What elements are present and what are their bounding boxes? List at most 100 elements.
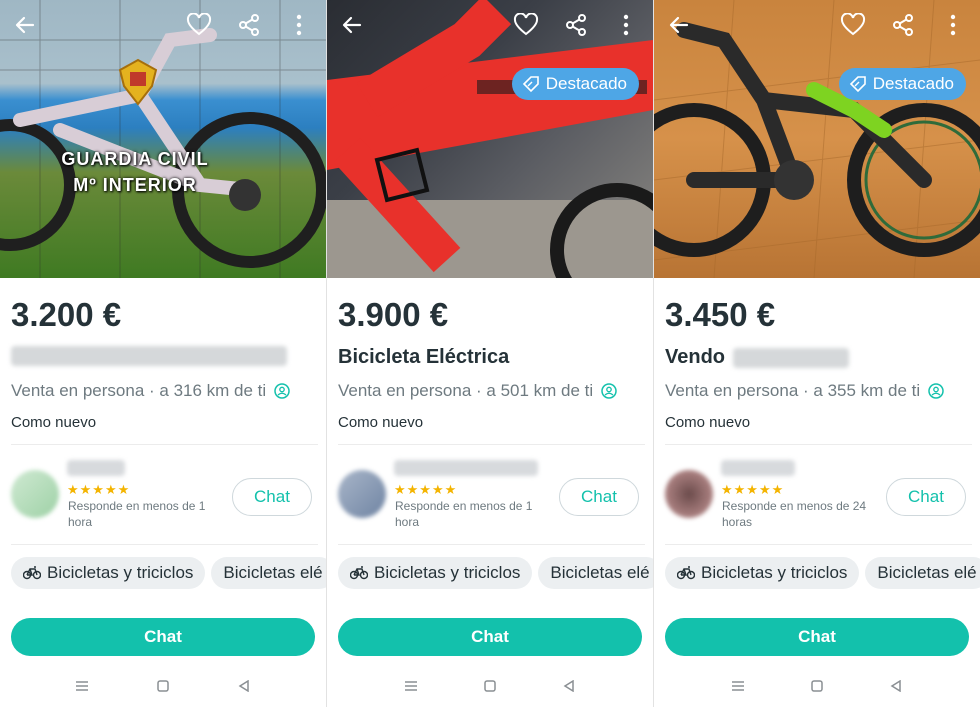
- system-nav-bar: [327, 672, 653, 702]
- share-icon[interactable]: [561, 10, 591, 40]
- more-vertical-icon[interactable]: [284, 10, 314, 40]
- user-verified-icon: [274, 383, 290, 399]
- seller-name-blurred: [394, 460, 538, 476]
- recents-icon[interactable]: [730, 678, 746, 694]
- listing-title-text: Vendo: [665, 346, 726, 368]
- location-text: Venta en persona · a 316 km de ti: [11, 381, 267, 400]
- category-chips: Bicicletas y triciclos Bicicletas elé: [11, 557, 326, 589]
- category-chip-label: Bicicletas elé: [550, 563, 650, 582]
- user-verified-icon: [601, 383, 617, 399]
- seller-rating-stars: ★★★★★: [67, 482, 131, 497]
- category-chip[interactable]: Bicicletas y triciclos: [338, 557, 533, 589]
- seller-avatar[interactable]: [11, 470, 59, 518]
- category-chip-label: Bicicletas y triciclos: [701, 563, 848, 582]
- back-arrow-icon[interactable]: [664, 10, 694, 40]
- bicycle-icon: [677, 566, 695, 580]
- back-triangle-icon[interactable]: [236, 678, 252, 694]
- seller-avatar[interactable]: [338, 470, 386, 518]
- listing-title[interactable]: Vendo: [665, 346, 850, 369]
- category-chip-label: Bicicletas y triciclos: [47, 563, 194, 582]
- seller-chat-button[interactable]: Chat: [559, 478, 639, 516]
- photo-toolbar: [654, 10, 980, 50]
- chat-cta-button[interactable]: Chat: [665, 618, 969, 656]
- listing-condition: Como nuevo: [665, 414, 751, 431]
- share-icon[interactable]: [234, 10, 264, 40]
- listing-condition: Como nuevo: [338, 414, 424, 431]
- divider: [665, 444, 972, 445]
- user-verified-icon: [928, 383, 944, 399]
- seller-card[interactable]: ★★★★★ Responde en menos de 1 hora Chat: [11, 458, 321, 529]
- divider: [665, 544, 972, 545]
- divider: [11, 544, 318, 545]
- tag-icon: [522, 76, 539, 93]
- category-chip-label: Bicicletas elé: [877, 563, 977, 582]
- back-triangle-icon[interactable]: [888, 678, 904, 694]
- listing-title-text: Bicicleta Eléctrica: [338, 346, 510, 368]
- photo-toolbar: [0, 10, 326, 50]
- seller-name-blurred: [721, 460, 795, 476]
- crest-emblem: [118, 58, 158, 106]
- divider: [338, 444, 645, 445]
- seller-chat-button[interactable]: Chat: [886, 478, 966, 516]
- category-chip-label: Bicicletas y triciclos: [374, 563, 521, 582]
- featured-badge-label: Destacado: [872, 74, 954, 93]
- category-chip[interactable]: Bicicletas elé: [538, 557, 653, 589]
- category-chip[interactable]: Bicicletas elé: [211, 557, 326, 589]
- home-icon[interactable]: [809, 678, 825, 694]
- listing-price: 3.900 €: [338, 296, 449, 333]
- recents-icon[interactable]: [403, 678, 419, 694]
- tag-icon: [849, 76, 866, 93]
- seller-response-time: Responde en menos de 1 hora: [395, 499, 533, 529]
- home-icon[interactable]: [482, 678, 498, 694]
- watermark: GUARDIA CIVIL Mº INTERIOR: [50, 146, 220, 198]
- photo-toolbar: [327, 10, 653, 50]
- featured-badge: Destacado: [511, 68, 639, 100]
- category-chip-label: Bicicletas elé: [223, 563, 323, 582]
- seller-card[interactable]: ★★★★★ Responde en menos de 24 horas Chat: [665, 458, 975, 529]
- bicycle-icon: [350, 566, 368, 580]
- chat-cta-button[interactable]: Chat: [338, 618, 642, 656]
- listing-title[interactable]: Bicicleta Eléctrica: [338, 346, 509, 369]
- watermark-line-2: Mº INTERIOR: [73, 175, 197, 195]
- listing-title[interactable]: [11, 346, 287, 366]
- more-vertical-icon[interactable]: [938, 10, 968, 40]
- category-chip[interactable]: Bicicletas y triciclos: [11, 557, 206, 589]
- back-arrow-icon[interactable]: [337, 10, 367, 40]
- listing-panel-2: Destacado 3.900 € Bicicleta Eléctrica Ve…: [326, 0, 653, 707]
- system-nav-bar: [654, 672, 980, 702]
- bicycle-icon: [23, 566, 41, 580]
- system-nav-bar: [0, 672, 326, 702]
- category-chips: Bicicletas y triciclos Bicicletas elé: [338, 557, 653, 589]
- listing-price: 3.200 €: [11, 296, 122, 333]
- divider: [338, 544, 645, 545]
- heart-icon[interactable]: [511, 10, 541, 40]
- back-arrow-icon[interactable]: [10, 10, 40, 40]
- category-chip[interactable]: Bicicletas elé: [865, 557, 980, 589]
- seller-response-time: Responde en menos de 24 horas: [722, 499, 867, 529]
- divider: [11, 444, 318, 445]
- heart-icon[interactable]: [838, 10, 868, 40]
- seller-response-time: Responde en menos de 1 hora: [68, 499, 206, 529]
- listing-panel-1: GUARDIA CIVIL Mº INTERIOR 3.200 € Venta …: [0, 0, 326, 707]
- seller-avatar[interactable]: [665, 470, 713, 518]
- listing-location: Venta en persona · a 355 km de ti: [665, 381, 944, 401]
- recents-icon[interactable]: [74, 678, 90, 694]
- seller-name-blurred: [67, 460, 125, 476]
- share-icon[interactable]: [888, 10, 918, 40]
- more-vertical-icon[interactable]: [611, 10, 641, 40]
- back-triangle-icon[interactable]: [561, 678, 577, 694]
- location-text: Venta en persona · a 501 km de ti: [338, 381, 594, 400]
- featured-badge: Destacado: [838, 68, 966, 100]
- seller-chat-button[interactable]: Chat: [232, 478, 312, 516]
- seller-rating-stars: ★★★★★: [394, 482, 458, 497]
- category-chips: Bicicletas y triciclos Bicicletas elé: [665, 557, 980, 589]
- listing-panel-3: Destacado 3.450 € Vendo Venta en persona…: [653, 0, 980, 707]
- chat-cta-button[interactable]: Chat: [11, 618, 315, 656]
- category-chip[interactable]: Bicicletas y triciclos: [665, 557, 860, 589]
- blurred-title-text: [733, 347, 850, 368]
- watermark-line-1: GUARDIA CIVIL: [61, 149, 209, 169]
- heart-icon[interactable]: [184, 10, 214, 40]
- seller-card[interactable]: ★★★★★ Responde en menos de 1 hora Chat: [338, 458, 648, 529]
- home-icon[interactable]: [155, 678, 171, 694]
- location-text: Venta en persona · a 355 km de ti: [665, 381, 921, 400]
